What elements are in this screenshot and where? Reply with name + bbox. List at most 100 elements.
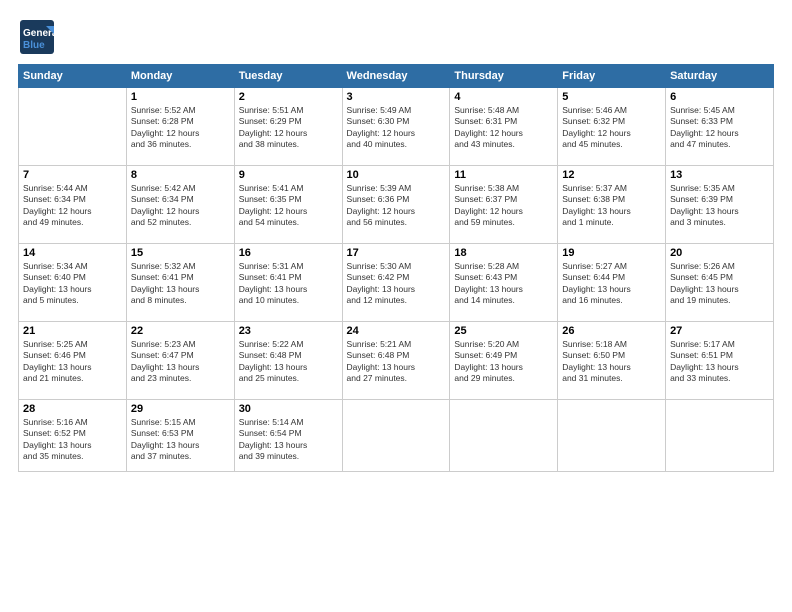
cell-info: Sunrise: 5:42 AM Sunset: 6:34 PM Dayligh… — [131, 183, 230, 229]
day-number: 6 — [670, 91, 769, 103]
cell-info: Sunrise: 5:21 AM Sunset: 6:48 PM Dayligh… — [347, 339, 446, 385]
calendar-cell — [342, 400, 450, 472]
day-number: 23 — [239, 325, 338, 337]
calendar-cell: 29 Sunrise: 5:15 AM Sunset: 6:53 PM Dayli… — [126, 400, 234, 472]
weekday-header: Monday — [126, 65, 234, 88]
day-number: 20 — [670, 247, 769, 259]
day-number: 19 — [562, 247, 661, 259]
cell-info: Sunrise: 5:28 AM Sunset: 6:43 PM Dayligh… — [454, 261, 553, 307]
logo: General Blue — [18, 18, 56, 56]
day-number: 5 — [562, 91, 661, 103]
calendar-cell: 26 Sunrise: 5:18 AM Sunset: 6:50 PM Dayli… — [558, 322, 666, 400]
cell-info: Sunrise: 5:32 AM Sunset: 6:41 PM Dayligh… — [131, 261, 230, 307]
calendar-cell: 3 Sunrise: 5:49 AM Sunset: 6:30 PM Daylig… — [342, 88, 450, 166]
calendar-cell: 20 Sunrise: 5:26 AM Sunset: 6:45 PM Dayli… — [666, 244, 774, 322]
day-number: 29 — [131, 403, 230, 415]
cell-info: Sunrise: 5:16 AM Sunset: 6:52 PM Dayligh… — [23, 417, 122, 463]
calendar-cell: 7 Sunrise: 5:44 AM Sunset: 6:34 PM Daylig… — [19, 166, 127, 244]
day-number: 26 — [562, 325, 661, 337]
weekday-header: Friday — [558, 65, 666, 88]
cell-info: Sunrise: 5:37 AM Sunset: 6:38 PM Dayligh… — [562, 183, 661, 229]
calendar-cell: 6 Sunrise: 5:45 AM Sunset: 6:33 PM Daylig… — [666, 88, 774, 166]
day-number: 3 — [347, 91, 446, 103]
calendar-cell: 10 Sunrise: 5:39 AM Sunset: 6:36 PM Dayli… — [342, 166, 450, 244]
calendar-cell — [450, 400, 558, 472]
calendar-cell: 9 Sunrise: 5:41 AM Sunset: 6:35 PM Daylig… — [234, 166, 342, 244]
weekday-header: Sunday — [19, 65, 127, 88]
cell-info: Sunrise: 5:31 AM Sunset: 6:41 PM Dayligh… — [239, 261, 338, 307]
calendar-cell: 15 Sunrise: 5:32 AM Sunset: 6:41 PM Dayli… — [126, 244, 234, 322]
cell-info: Sunrise: 5:23 AM Sunset: 6:47 PM Dayligh… — [131, 339, 230, 385]
day-number: 18 — [454, 247, 553, 259]
calendar-cell: 14Sunrise: 5:34 AM Sunset: 6:40 PM Dayli… — [19, 244, 127, 322]
day-number: 17 — [347, 247, 446, 259]
cell-info: Sunrise: 5:35 AM Sunset: 6:39 PM Dayligh… — [670, 183, 769, 229]
calendar-cell: 13 Sunrise: 5:35 AM Sunset: 6:39 PM Dayli… — [666, 166, 774, 244]
day-number: 15 — [131, 247, 230, 259]
cell-info: Sunrise: 5:15 AM Sunset: 6:53 PM Dayligh… — [131, 417, 230, 463]
cell-info: Sunrise: 5:41 AM Sunset: 6:35 PM Dayligh… — [239, 183, 338, 229]
calendar-cell: 30 Sunrise: 5:14 AM Sunset: 6:54 PM Dayli… — [234, 400, 342, 472]
cell-info: Sunrise: 5:27 AM Sunset: 6:44 PM Dayligh… — [562, 261, 661, 307]
day-number: 9 — [239, 169, 338, 181]
cell-info: Sunrise: 5:34 AM Sunset: 6:40 PM Dayligh… — [23, 261, 122, 307]
day-number: 1 — [131, 91, 230, 103]
cell-info: Sunrise: 5:38 AM Sunset: 6:37 PM Dayligh… — [454, 183, 553, 229]
day-number: 10 — [347, 169, 446, 181]
calendar-cell: 8 Sunrise: 5:42 AM Sunset: 6:34 PM Daylig… — [126, 166, 234, 244]
day-number: 30 — [239, 403, 338, 415]
cell-info: Sunrise: 5:49 AM Sunset: 6:30 PM Dayligh… — [347, 105, 446, 151]
calendar-table: SundayMondayTuesdayWednesdayThursdayFrid… — [18, 64, 774, 472]
cell-info: Sunrise: 5:44 AM Sunset: 6:34 PM Dayligh… — [23, 183, 122, 229]
header: General Blue — [18, 18, 774, 56]
cell-info: Sunrise: 5:17 AM Sunset: 6:51 PM Dayligh… — [670, 339, 769, 385]
day-number: 28 — [23, 403, 122, 415]
cell-info: Sunrise: 5:26 AM Sunset: 6:45 PM Dayligh… — [670, 261, 769, 307]
calendar-cell: 25 Sunrise: 5:20 AM Sunset: 6:49 PM Dayli… — [450, 322, 558, 400]
day-number: 7 — [23, 169, 122, 181]
cell-info: Sunrise: 5:46 AM Sunset: 6:32 PM Dayligh… — [562, 105, 661, 151]
cell-info: Sunrise: 5:30 AM Sunset: 6:42 PM Dayligh… — [347, 261, 446, 307]
day-number: 11 — [454, 169, 553, 181]
weekday-header: Thursday — [450, 65, 558, 88]
cell-info: Sunrise: 5:25 AM Sunset: 6:46 PM Dayligh… — [23, 339, 122, 385]
day-number: 27 — [670, 325, 769, 337]
cell-info: Sunrise: 5:39 AM Sunset: 6:36 PM Dayligh… — [347, 183, 446, 229]
cell-info: Sunrise: 5:14 AM Sunset: 6:54 PM Dayligh… — [239, 417, 338, 463]
day-number: 12 — [562, 169, 661, 181]
calendar-cell: 4Sunrise: 5:48 AM Sunset: 6:31 PM Daylig… — [450, 88, 558, 166]
cell-info: Sunrise: 5:20 AM Sunset: 6:49 PM Dayligh… — [454, 339, 553, 385]
calendar-cell: 5 Sunrise: 5:46 AM Sunset: 6:32 PM Daylig… — [558, 88, 666, 166]
calendar-cell: 2Sunrise: 5:51 AM Sunset: 6:29 PM Daylig… — [234, 88, 342, 166]
calendar-cell: 18 Sunrise: 5:28 AM Sunset: 6:43 PM Dayli… — [450, 244, 558, 322]
day-number: 21 — [23, 325, 122, 337]
day-number: 16 — [239, 247, 338, 259]
calendar-cell: 28 Sunrise: 5:16 AM Sunset: 6:52 PM Dayli… — [19, 400, 127, 472]
calendar-cell: 23 Sunrise: 5:22 AM Sunset: 6:48 PM Dayli… — [234, 322, 342, 400]
svg-text:Blue: Blue — [23, 40, 45, 51]
calendar-cell: 17 Sunrise: 5:30 AM Sunset: 6:42 PM Dayli… — [342, 244, 450, 322]
calendar-cell: 1 Sunrise: 5:52 AM Sunset: 6:28 PM Daylig… — [126, 88, 234, 166]
calendar-cell: 11 Sunrise: 5:38 AM Sunset: 6:37 PM Dayli… — [450, 166, 558, 244]
day-number: 25 — [454, 325, 553, 337]
cell-info: Sunrise: 5:18 AM Sunset: 6:50 PM Dayligh… — [562, 339, 661, 385]
day-number: 22 — [131, 325, 230, 337]
calendar-cell: 19 Sunrise: 5:27 AM Sunset: 6:44 PM Dayli… — [558, 244, 666, 322]
cell-info: Sunrise: 5:45 AM Sunset: 6:33 PM Dayligh… — [670, 105, 769, 151]
calendar-page: General Blue SundayMondayTuesdayWednesda… — [0, 0, 792, 612]
cell-info: Sunrise: 5:52 AM Sunset: 6:28 PM Dayligh… — [131, 105, 230, 151]
day-number: 13 — [670, 169, 769, 181]
calendar-cell: 27 Sunrise: 5:17 AM Sunset: 6:51 PM Dayli… — [666, 322, 774, 400]
day-number: 2 — [239, 91, 338, 103]
weekday-header: Saturday — [666, 65, 774, 88]
calendar-cell — [666, 400, 774, 472]
weekday-header: Tuesday — [234, 65, 342, 88]
day-number: 24 — [347, 325, 446, 337]
weekday-header: Wednesday — [342, 65, 450, 88]
calendar-cell: 16 Sunrise: 5:31 AM Sunset: 6:41 PM Dayli… — [234, 244, 342, 322]
day-number: 8 — [131, 169, 230, 181]
cell-info: Sunrise: 5:22 AM Sunset: 6:48 PM Dayligh… — [239, 339, 338, 385]
calendar-cell: 24 Sunrise: 5:21 AM Sunset: 6:48 PM Dayli… — [342, 322, 450, 400]
day-number: 4 — [454, 91, 553, 103]
calendar-cell — [558, 400, 666, 472]
